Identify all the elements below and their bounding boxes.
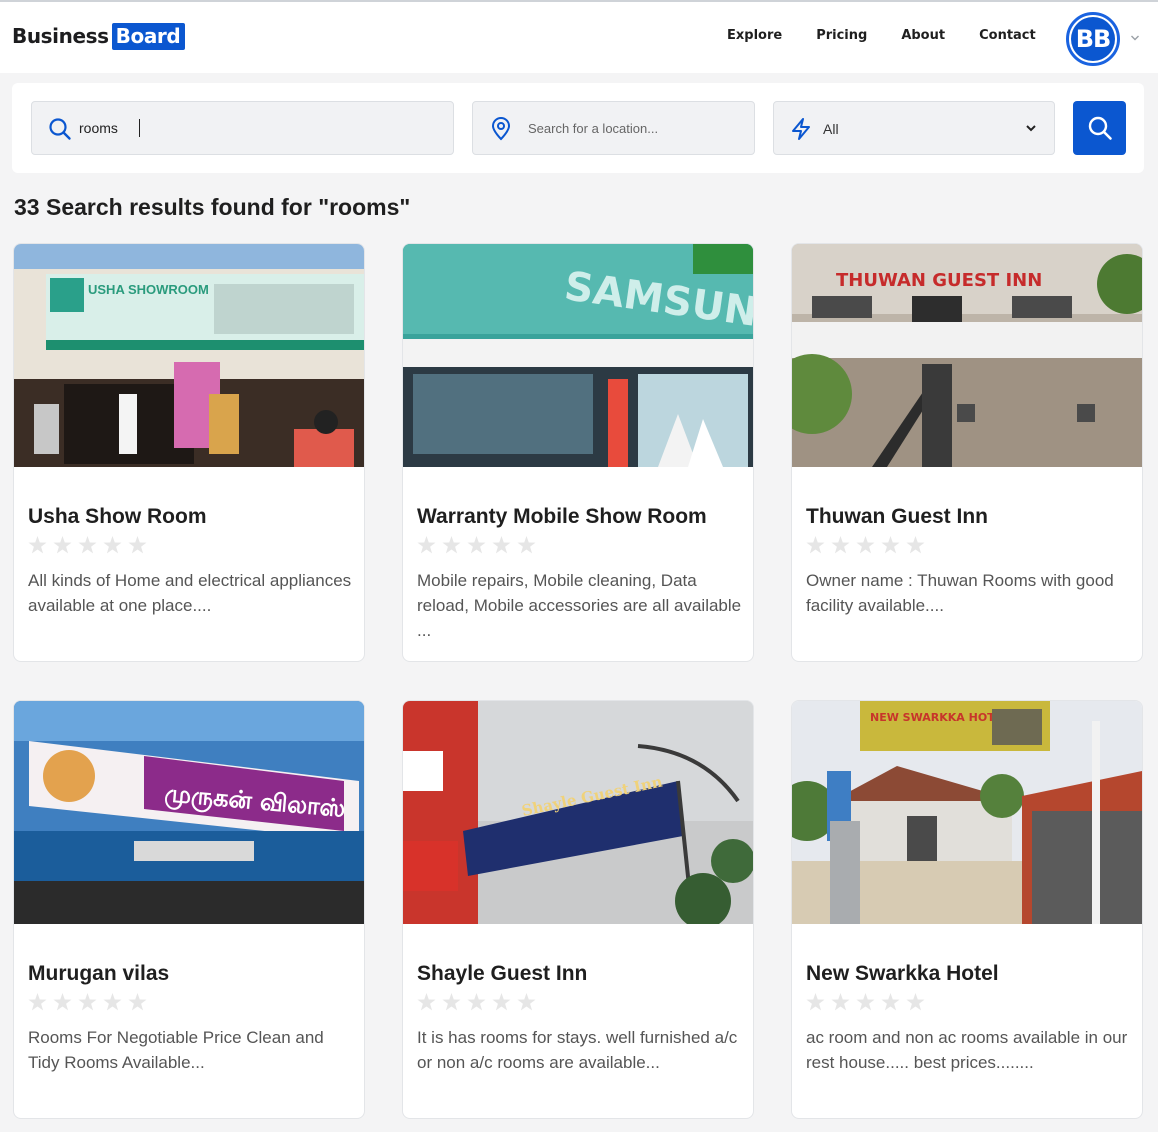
star-icon [492,536,511,554]
photo-sign-text: USHA SHOWROOM [88,282,209,297]
star-icon [517,993,536,1011]
listing-photo: Shayle Guest Inn [403,701,753,924]
location-input[interactable] [528,102,738,154]
text-cursor [139,119,140,137]
listing-photo: SAMSUNG [403,244,753,467]
star-icon [442,536,461,554]
rating-stars [28,536,153,554]
star-icon [442,993,461,1011]
star-icon [28,536,47,554]
user-avatar[interactable]: BB [1066,12,1120,66]
main-nav: Explore Pricing About Contact [710,28,1053,43]
star-icon [103,536,122,554]
star-icon [467,993,486,1011]
star-icon [806,536,825,554]
rating-stars [28,993,153,1011]
star-icon [492,993,511,1011]
listing-title: Murugan vilas [28,962,170,985]
listing-title: Usha Show Room [28,505,207,528]
category-select[interactable]: All [773,101,1055,155]
rating-stars [806,993,931,1011]
star-icon [28,993,47,1011]
chevron-down-icon [1026,125,1036,132]
star-icon [856,993,875,1011]
keyword-field[interactable] [31,101,454,155]
listing-description: Mobile repairs, Mobile cleaning, Data re… [417,571,742,640]
listing-card[interactable]: Shayle Guest Inn Shayle Guest Inn It is … [402,700,754,1119]
star-icon [806,993,825,1011]
nav-explore[interactable]: Explore [727,28,782,43]
listing-description: It is has rooms for stays. well furnishe… [417,1028,738,1072]
listing-card[interactable]: THUWAN GUEST INN Thuwan Guest Inn Owner … [791,243,1143,662]
nav-pricing[interactable]: Pricing [816,28,867,43]
results-heading: 33 Search results found for "rooms" [14,194,411,220]
listing-photo: முருகன் விலாஸ் [14,701,364,924]
star-icon [103,993,122,1011]
listing-card[interactable]: முருகன் விலாஸ் Murugan vilas Rooms For N… [13,700,365,1119]
star-icon [128,536,147,554]
photo-sign-text: NEW SWARKKA HOTEL [870,711,1009,724]
listing-description: All kinds of Home and electrical applian… [28,571,352,615]
brand-logo[interactable]: Business Board [12,22,186,50]
listing-photo: NEW SWARKKA HOTEL [792,701,1142,924]
search-input[interactable] [79,102,439,154]
chevron-down-icon[interactable] [1130,34,1140,42]
star-icon [417,536,436,554]
listing-card[interactable]: USHA SHOWROOM Usha Show Room All kinds o… [13,243,365,662]
rating-stars [806,536,931,554]
photo-sign-text: THUWAN GUEST INN [836,270,1042,291]
star-icon [417,993,436,1011]
star-icon [831,993,850,1011]
nav-contact[interactable]: Contact [979,28,1036,43]
listing-title: Thuwan Guest Inn [806,505,988,528]
star-icon [906,993,925,1011]
map-pin-icon [491,117,511,141]
brand-logo-text: Business [12,24,109,48]
search-icon [49,118,71,140]
listing-card[interactable]: SAMSUNG Warranty Mobile Show Room Mobile… [402,243,754,662]
listing-title: New Swarkka Hotel [806,962,999,985]
listing-description: ac room and non ac rooms available in ou… [806,1028,1128,1072]
star-icon [517,536,536,554]
listing-card[interactable]: NEW SWARKKA HOTEL New Swarkka Hotel ac r… [791,700,1143,1119]
listing-description: Owner name : Thuwan Rooms with good faci… [806,571,1114,615]
star-icon [467,536,486,554]
star-icon [78,993,97,1011]
star-icon [831,536,850,554]
listing-title: Warranty Mobile Show Room [417,505,707,528]
star-icon [856,536,875,554]
star-icon [881,536,900,554]
lightning-icon [792,118,810,140]
listing-title: Shayle Guest Inn [417,962,588,985]
brand-logo-badge: Board [111,22,186,50]
star-icon [78,536,97,554]
listing-photo: USHA SHOWROOM [14,244,364,467]
nav-about[interactable]: About [901,28,945,43]
category-value: All [823,121,839,137]
site-header: Business Board Explore Pricing About Cont… [0,2,1158,73]
star-icon [53,993,72,1011]
listing-description: Rooms For Negotiable Price Clean and Tid… [28,1028,324,1072]
star-icon [906,536,925,554]
rating-stars [417,993,542,1011]
location-field[interactable] [472,101,755,155]
search-button[interactable] [1073,101,1126,155]
search-bar: All [12,83,1144,173]
star-icon [53,536,72,554]
star-icon [881,993,900,1011]
search-icon [1088,116,1112,140]
user-initials: BB [1071,17,1115,61]
star-icon [128,993,147,1011]
rating-stars [417,536,542,554]
listing-photo: THUWAN GUEST INN [792,244,1142,467]
